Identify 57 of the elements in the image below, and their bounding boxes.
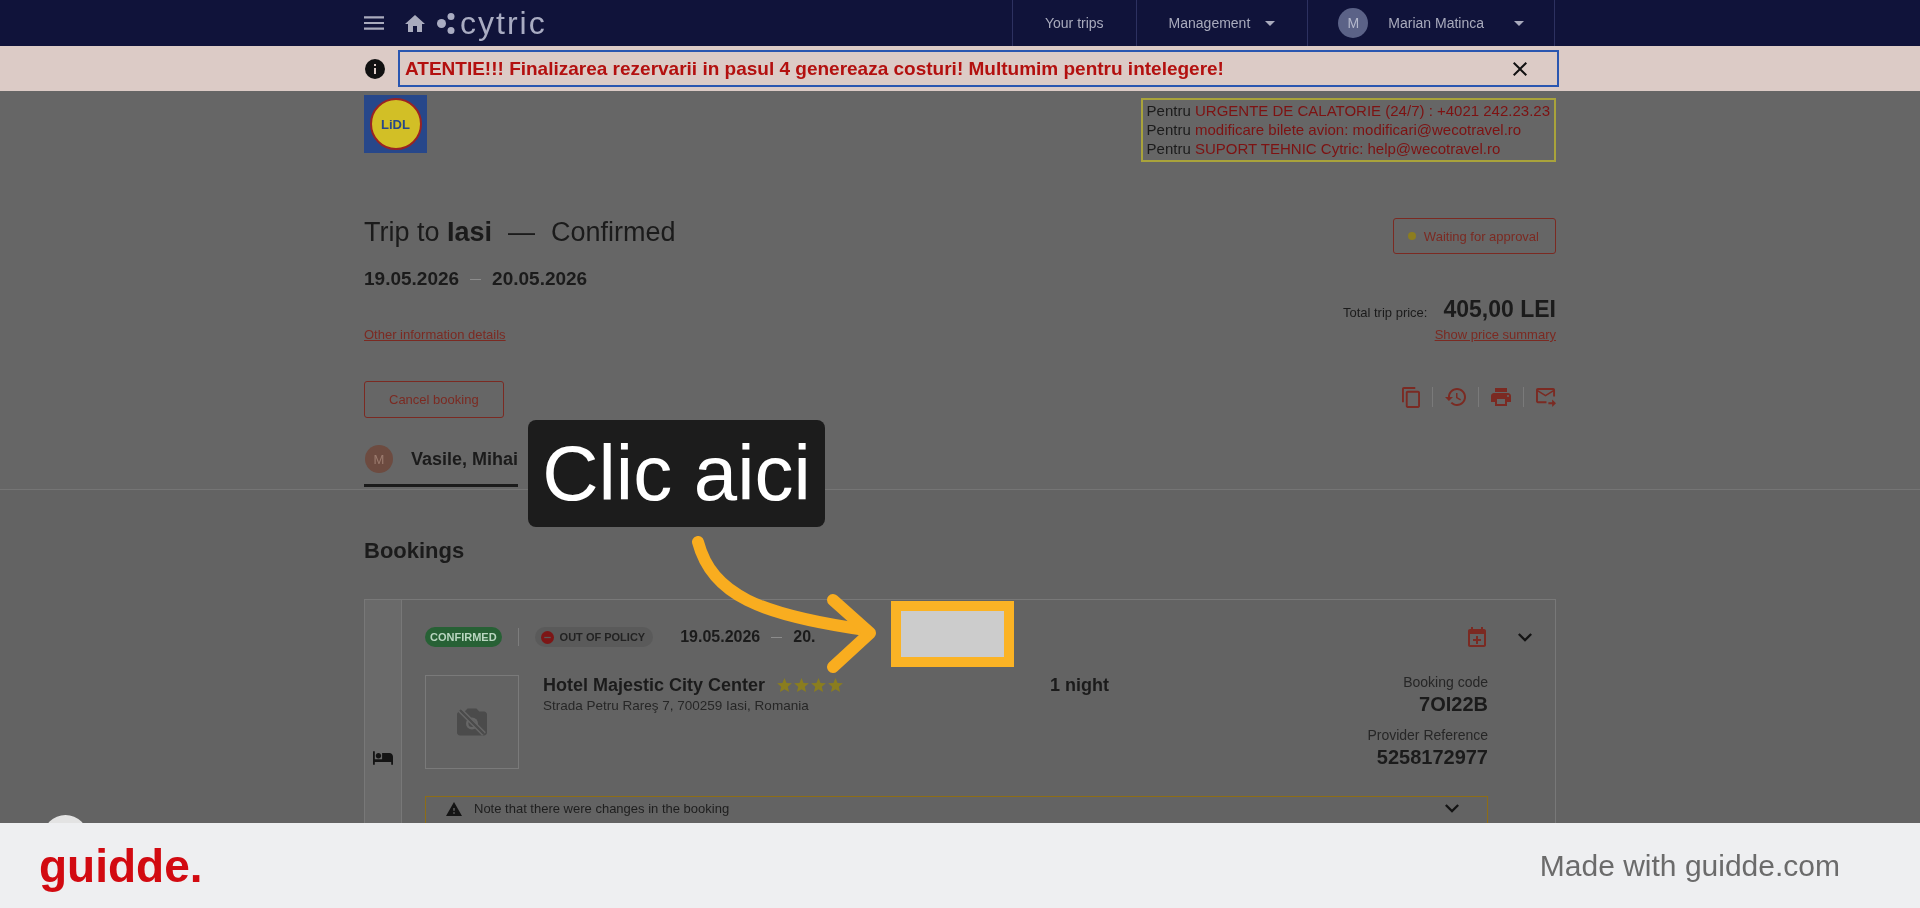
star-icon (777, 678, 793, 692)
hotel-name: Hotel Majestic City Center (543, 675, 766, 695)
home-icon[interactable] (405, 14, 425, 32)
calendar-plus-icon[interactable] (1468, 627, 1486, 647)
star-icon (811, 678, 827, 692)
minus-circle-icon (540, 630, 554, 644)
chevron-down-icon[interactable] (1518, 632, 1532, 642)
other-info-link[interactable]: Other information details (364, 327, 506, 343)
trip-end-date: 20.05.2026 (492, 267, 588, 291)
bed-icon (373, 751, 393, 765)
booking-code: 7OI22B (1419, 692, 1488, 716)
history-icon[interactable] (1445, 388, 1466, 406)
caret-icon (1265, 20, 1276, 26)
provider-reference-label: Provider Reference (1367, 727, 1488, 743)
price-summary-link[interactable]: Show price summary (1434, 327, 1556, 343)
star-icon (828, 678, 844, 692)
close-icon[interactable] (1513, 61, 1527, 76)
copy-icon[interactable] (1402, 386, 1420, 408)
mail-send-icon[interactable] (1536, 387, 1556, 407)
info-icon (365, 58, 385, 79)
hotel-address: Strada Petru Rareş 7, 700259 Iasi, Romania (543, 698, 809, 714)
star-icon (794, 678, 810, 692)
note-text: Note that there were changes in the booking (474, 802, 730, 816)
status-badge: CONFIRMED (425, 627, 502, 647)
contact-line: Pentru SUPORT TEHNIC Cytric: help@wecotravel.ro (1146, 139, 1502, 158)
warning-icon (446, 802, 462, 816)
total-price: 405,00 LEI (1443, 295, 1556, 323)
print-icon[interactable] (1491, 388, 1511, 406)
logo-text: LiDL (381, 116, 410, 132)
stay-duration: 1 night (1050, 675, 1109, 695)
booking-start-date: 19.05.2026 (680, 628, 761, 646)
contact-line: Pentru modificare bilete avion: modificari@wecotravel.ro (1146, 120, 1523, 139)
cancel-booking-button[interactable]: Cancel booking (364, 381, 504, 418)
status-dot-icon (1407, 232, 1416, 240)
caret-icon (1514, 20, 1524, 26)
provider-reference: 5258172977 (1376, 745, 1488, 769)
booking-code-label: Booking code (1403, 674, 1488, 690)
callout-label: Clic aici (528, 420, 825, 527)
trip-start-date: 19.05.2026 (364, 267, 460, 291)
brand-name: cytric (460, 4, 547, 43)
crossed-camera-icon (457, 707, 487, 737)
user-avatar: M (1338, 8, 1369, 38)
footer-credit: Made with guidde.com (1539, 848, 1840, 883)
booking-end-date: 20. (793, 628, 816, 646)
chevron-down-icon[interactable] (1445, 804, 1459, 813)
bookings-heading: Bookings (364, 537, 465, 565)
trip-title: Trip to Iasi (364, 216, 493, 248)
approval-status-button[interactable]: Waiting for approval (1392, 218, 1556, 254)
footer-brand: guidde. (39, 839, 203, 892)
policy-label: OUT OF POLICY (559, 631, 646, 643)
menu-icon[interactable] (364, 16, 384, 30)
notice-text: ATENTIE!!! Finalizarea rezervarii in pasul 4 genereaza costuri! Multumim pentru intelegere! (405, 57, 1224, 80)
logo-dots-icon (437, 12, 455, 34)
trip-status: Confirmed (551, 216, 676, 248)
total-price-label: Total trip price: (1342, 304, 1428, 322)
title-dash: — (508, 216, 536, 248)
contact-line: Pentru URGENTE DE CALATORIE (24/7) : +4021 242.23.23 (1146, 101, 1550, 120)
